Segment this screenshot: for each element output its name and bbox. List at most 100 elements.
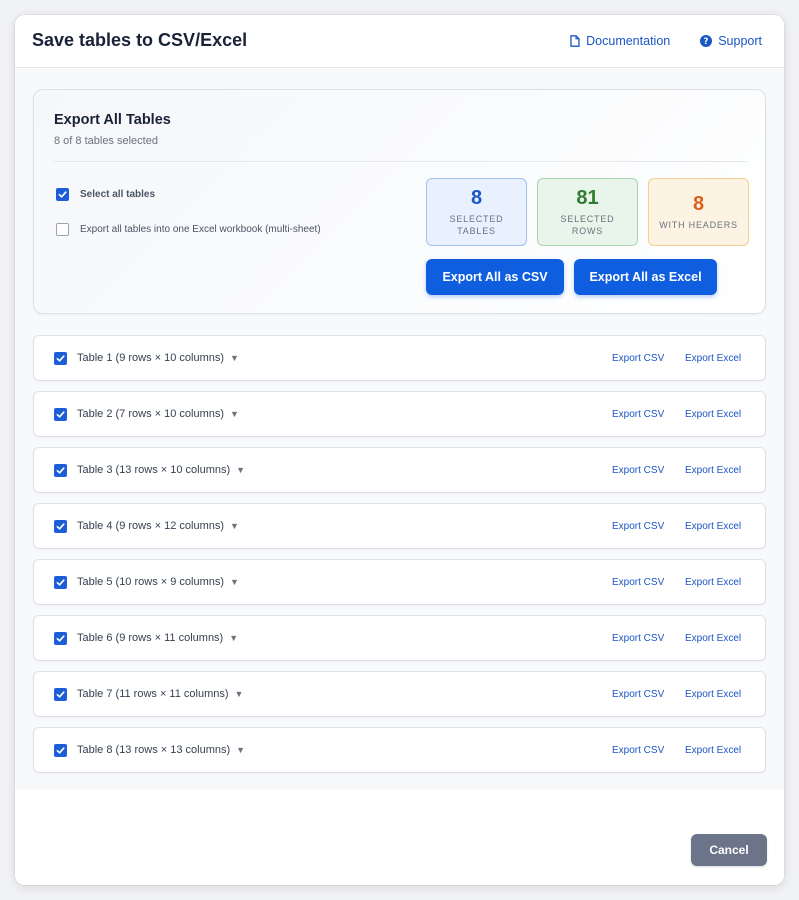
svg-text:?: ?: [704, 37, 709, 47]
chevron-down-icon[interactable]: ▼: [236, 745, 245, 755]
stat-label: Selected Tables: [449, 213, 504, 236]
export-all-panel: Export All Tables 8 of 8 tables selected…: [33, 89, 766, 314]
export-csv-link[interactable]: Export CSV: [612, 521, 664, 532]
dialog-body[interactable]: Export All Tables 8 of 8 tables selected…: [15, 69, 784, 790]
table-row[interactable]: Table 4 (9 rows × 12 columns) ▼ Export CSV…: [33, 503, 766, 549]
table-checkbox[interactable]: [54, 408, 67, 421]
chevron-down-icon[interactable]: ▼: [230, 577, 239, 587]
export-excel-link[interactable]: Export Excel: [685, 465, 741, 476]
export-all-csv-button[interactable]: Export All as CSV: [426, 259, 564, 295]
table-checkbox[interactable]: [54, 688, 67, 701]
dialog-title: Save tables to CSV/Excel: [32, 30, 248, 50]
table-row[interactable]: Table 1 (9 rows × 10 columns) ▼ Export CSV…: [33, 335, 766, 381]
checkmark-icon: [56, 635, 65, 642]
table-row[interactable]: Table 5 (10 rows × 9 columns) ▼ Export CSV…: [33, 559, 766, 605]
export-all-title: Export All Tables: [54, 112, 171, 128]
table-name[interactable]: Table 7 (11 rows × 11 columns) ▼: [77, 688, 243, 700]
chevron-down-icon[interactable]: ▼: [230, 521, 239, 531]
table-row[interactable]: Table 7 (11 rows × 11 columns) ▼ Export CS…: [33, 671, 766, 717]
multi-sheet-label: Export all tables into one Excel workboo…: [80, 224, 321, 235]
table-row[interactable]: Table 8 (13 rows × 13 columns) ▼ Export CS…: [33, 727, 766, 773]
support-label: Support: [718, 34, 762, 48]
table-list: Table 1 (9 rows × 10 columns) ▼ Export CSV…: [33, 335, 766, 783]
table-label: Table 2 (7 rows × 10 columns): [77, 408, 225, 420]
checkmark-icon: [56, 579, 65, 586]
table-name[interactable]: Table 5 (10 rows × 9 columns) ▼: [77, 576, 239, 588]
table-label: Table 8 (13 rows × 13 columns): [77, 744, 231, 756]
header-links: Documentation ? Support: [570, 34, 762, 48]
documentation-label: Documentation: [586, 34, 671, 48]
table-label: Table 3 (13 rows × 10 columns): [77, 464, 231, 476]
table-name[interactable]: Table 1 (9 rows × 10 columns) ▼: [77, 352, 239, 364]
documentation-link[interactable]: Documentation: [570, 34, 670, 48]
chevron-down-icon[interactable]: ▼: [235, 689, 244, 699]
checkmark-icon: [58, 191, 67, 198]
select-all-option[interactable]: Select all tables: [56, 188, 155, 201]
table-row[interactable]: Table 2 (7 rows × 10 columns) ▼ Export CSV…: [33, 391, 766, 437]
select-all-checkbox[interactable]: [56, 188, 69, 201]
export-excel-link[interactable]: Export Excel: [685, 745, 741, 756]
table-checkbox[interactable]: [54, 352, 67, 365]
export-excel-link[interactable]: Export Excel: [685, 577, 741, 588]
table-checkbox[interactable]: [54, 576, 67, 589]
export-excel-link[interactable]: Export Excel: [685, 633, 741, 644]
table-checkbox[interactable]: [54, 520, 67, 533]
export-csv-link[interactable]: Export CSV: [612, 353, 664, 364]
export-excel-link[interactable]: Export Excel: [685, 353, 741, 364]
table-name[interactable]: Table 8 (13 rows × 13 columns) ▼: [77, 744, 245, 756]
dialog-header: Save tables to CSV/Excel Documentation ?: [15, 15, 784, 68]
checkmark-icon: [56, 355, 65, 362]
export-excel-link[interactable]: Export Excel: [685, 521, 741, 532]
export-excel-link[interactable]: Export Excel: [685, 409, 741, 420]
help-circle-icon: ?: [700, 35, 713, 47]
export-csv-link[interactable]: Export CSV: [612, 409, 664, 420]
dialog-footer: Cancel: [15, 790, 784, 885]
multi-sheet-checkbox[interactable]: [56, 223, 69, 236]
checkmark-icon: [56, 747, 65, 754]
support-link[interactable]: ? Support: [700, 34, 762, 48]
select-all-label: Select all tables: [80, 189, 156, 200]
table-row[interactable]: Table 6 (9 rows × 11 columns) ▼ Export CSV…: [33, 615, 766, 661]
table-row[interactable]: Table 3 (13 rows × 10 columns) ▼ Export CS…: [33, 447, 766, 493]
table-checkbox[interactable]: [54, 744, 67, 757]
stat-selected-rows: 81 Selected Rows: [537, 178, 638, 246]
checkmark-icon: [56, 523, 65, 530]
table-label: Table 7 (11 rows × 11 columns): [77, 688, 229, 700]
export-excel-link[interactable]: Export Excel: [685, 689, 741, 700]
table-label: Table 1 (9 rows × 10 columns): [77, 352, 225, 364]
selection-count: 8 of 8 tables selected: [54, 135, 158, 147]
stat-value: 81: [576, 186, 599, 209]
stat-value: 8: [692, 192, 705, 215]
chevron-down-icon[interactable]: ▼: [229, 633, 238, 643]
stat-selected-tables: 8 Selected Tables: [426, 178, 527, 246]
panel-divider: [54, 161, 747, 162]
stat-with-headers: 8 With Headers: [648, 178, 749, 246]
table-label: Table 6 (9 rows × 11 columns): [77, 632, 224, 644]
table-checkbox[interactable]: [54, 632, 67, 645]
export-csv-link[interactable]: Export CSV: [612, 689, 664, 700]
table-label: Table 5 (10 rows × 9 columns): [77, 576, 225, 588]
export-dialog: Save tables to CSV/Excel Documentation ?: [15, 15, 784, 885]
checkmark-icon: [56, 411, 65, 418]
export-all-excel-button[interactable]: Export All as Excel: [574, 259, 717, 295]
table-name[interactable]: Table 3 (13 rows × 10 columns) ▼: [77, 464, 245, 476]
table-checkbox[interactable]: [54, 464, 67, 477]
export-csv-link[interactable]: Export CSV: [612, 465, 664, 476]
export-csv-link[interactable]: Export CSV: [612, 577, 664, 588]
cancel-button[interactable]: Cancel: [691, 834, 767, 866]
checkmark-icon: [56, 691, 65, 698]
multi-sheet-option[interactable]: Export all tables into one Excel workboo…: [56, 223, 321, 236]
chevron-down-icon[interactable]: ▼: [230, 353, 239, 363]
chevron-down-icon[interactable]: ▼: [236, 465, 245, 475]
stats-group: 8 Selected Tables 81 Selected Rows 8 With …: [426, 178, 749, 246]
table-name[interactable]: Table 6 (9 rows × 11 columns) ▼: [77, 632, 238, 644]
checkmark-icon: [56, 467, 65, 474]
table-name[interactable]: Table 4 (9 rows × 12 columns) ▼: [77, 520, 239, 532]
document-icon: [570, 35, 580, 47]
stat-label: Selected Rows: [560, 213, 615, 236]
export-csv-link[interactable]: Export CSV: [612, 633, 664, 644]
table-label: Table 4 (9 rows × 12 columns): [77, 520, 225, 532]
export-csv-link[interactable]: Export CSV: [612, 745, 664, 756]
table-name[interactable]: Table 2 (7 rows × 10 columns) ▼: [77, 408, 239, 420]
chevron-down-icon[interactable]: ▼: [230, 409, 239, 419]
